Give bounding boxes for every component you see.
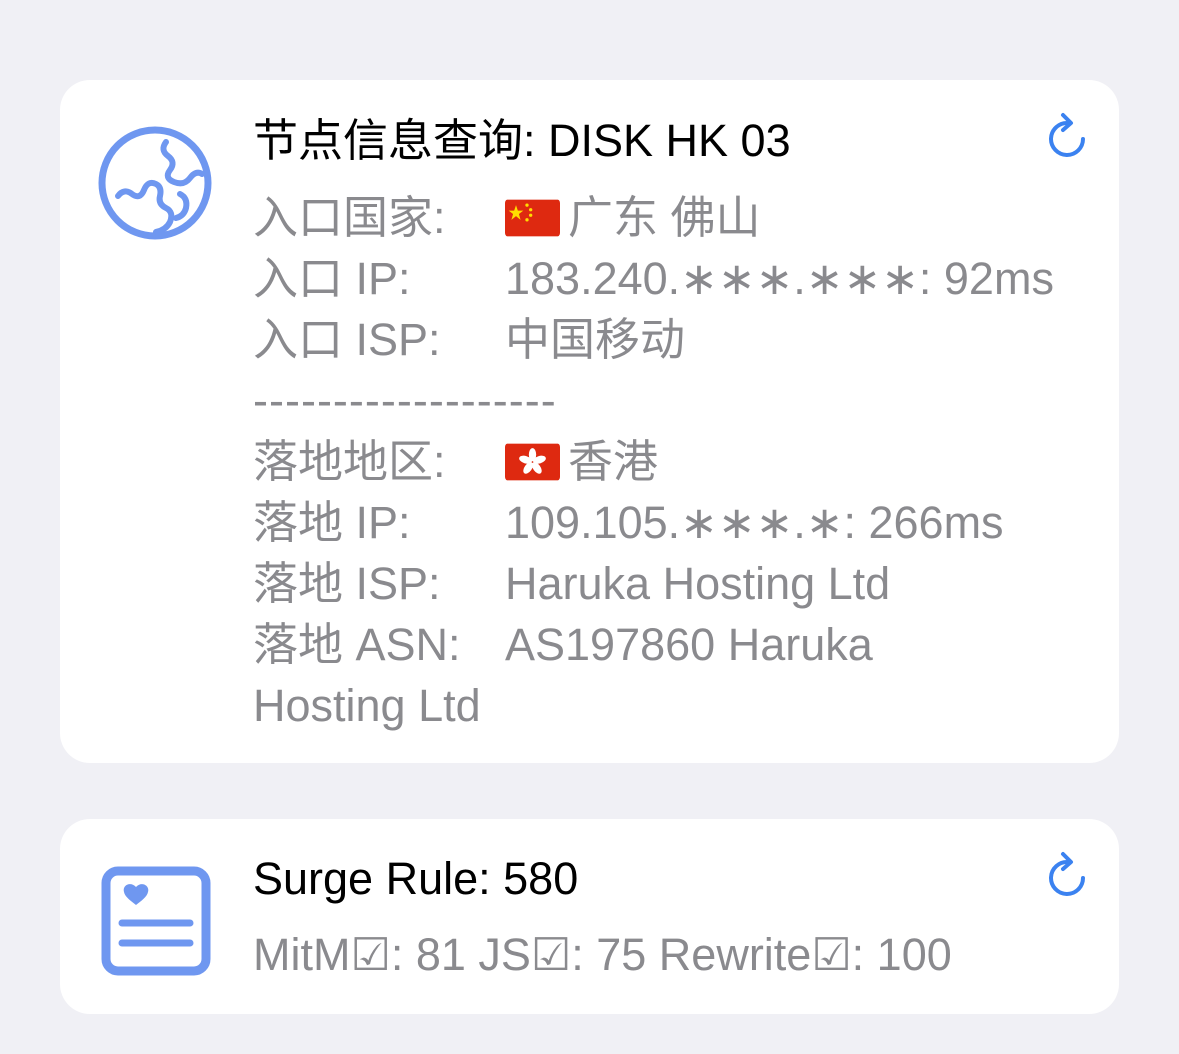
refresh-icon[interactable] [1043, 851, 1093, 901]
landing-ip-row: 落地 IP: 109.105.∗∗∗.∗: 266ms [253, 492, 1073, 553]
entry-country-row: 入口国家: 广东 佛山 [253, 187, 1073, 248]
landing-isp-row: 落地 ISP: Haruka Hosting Ltd [253, 553, 1073, 614]
landing-isp-label: 落地 ISP: [253, 558, 441, 609]
rule-card-icon [101, 866, 211, 976]
entry-country-value-wrap: 广东 佛山 [505, 187, 761, 248]
landing-asn-row: 落地 ASN: AS197860 Haruka [253, 614, 1073, 675]
entry-ip-label: 入口 IP: [253, 253, 411, 304]
hk-flag-icon [505, 443, 560, 481]
landing-asn-label: 落地 ASN: [253, 619, 461, 670]
refresh-icon[interactable] [1043, 112, 1093, 162]
landing-isp-value: Haruka Hosting Ltd [505, 558, 891, 609]
landing-region-value: 香港 [568, 436, 659, 487]
globe-icon [98, 126, 212, 240]
surge-rule-card: Surge Rule: 580 MitM☑: 81 JS☑: 75 Rewrit… [60, 819, 1119, 1014]
section-divider: ------------------- [253, 375, 557, 426]
landing-asn-value-line1: AS197860 Haruka [505, 619, 873, 670]
entry-isp-label: 入口 ISP: [253, 314, 441, 365]
landing-ip-value: 109.105.∗∗∗.∗: 266ms [505, 497, 1004, 548]
landing-region-row: 落地地区: 香港 [253, 431, 1073, 492]
entry-country-label: 入口国家: [253, 192, 446, 243]
node-info-card: 节点信息查询: DISK HK 03 入口国家: 广东 佛山 入口 IP: 18… [60, 80, 1119, 763]
landing-ip-label: 落地 IP: [253, 497, 411, 548]
surge-summary: MitM☑: 81 JS☑: 75 Rewrite☑: 100 [253, 929, 952, 980]
landing-region-value-wrap: 香港 [505, 431, 658, 492]
node-title: 节点信息查询: DISK HK 03 [253, 115, 791, 166]
entry-country-value: 广东 佛山 [568, 192, 761, 243]
cn-flag-icon [505, 199, 560, 237]
entry-isp-value: 中国移动 [505, 314, 686, 365]
landing-region-label: 落地地区: [253, 436, 446, 487]
entry-isp-row: 入口 ISP: 中国移动 [253, 309, 1073, 370]
node-details: 入口国家: 广东 佛山 入口 IP: 183.240.∗∗∗.∗∗∗: 92ms… [253, 187, 1073, 736]
landing-asn-value-line2: Hosting Ltd [253, 680, 481, 731]
surge-title: Surge Rule: 580 [253, 853, 579, 904]
entry-ip-row: 入口 IP: 183.240.∗∗∗.∗∗∗: 92ms [253, 248, 1073, 309]
entry-ip-value: 183.240.∗∗∗.∗∗∗: 92ms [505, 253, 1054, 304]
